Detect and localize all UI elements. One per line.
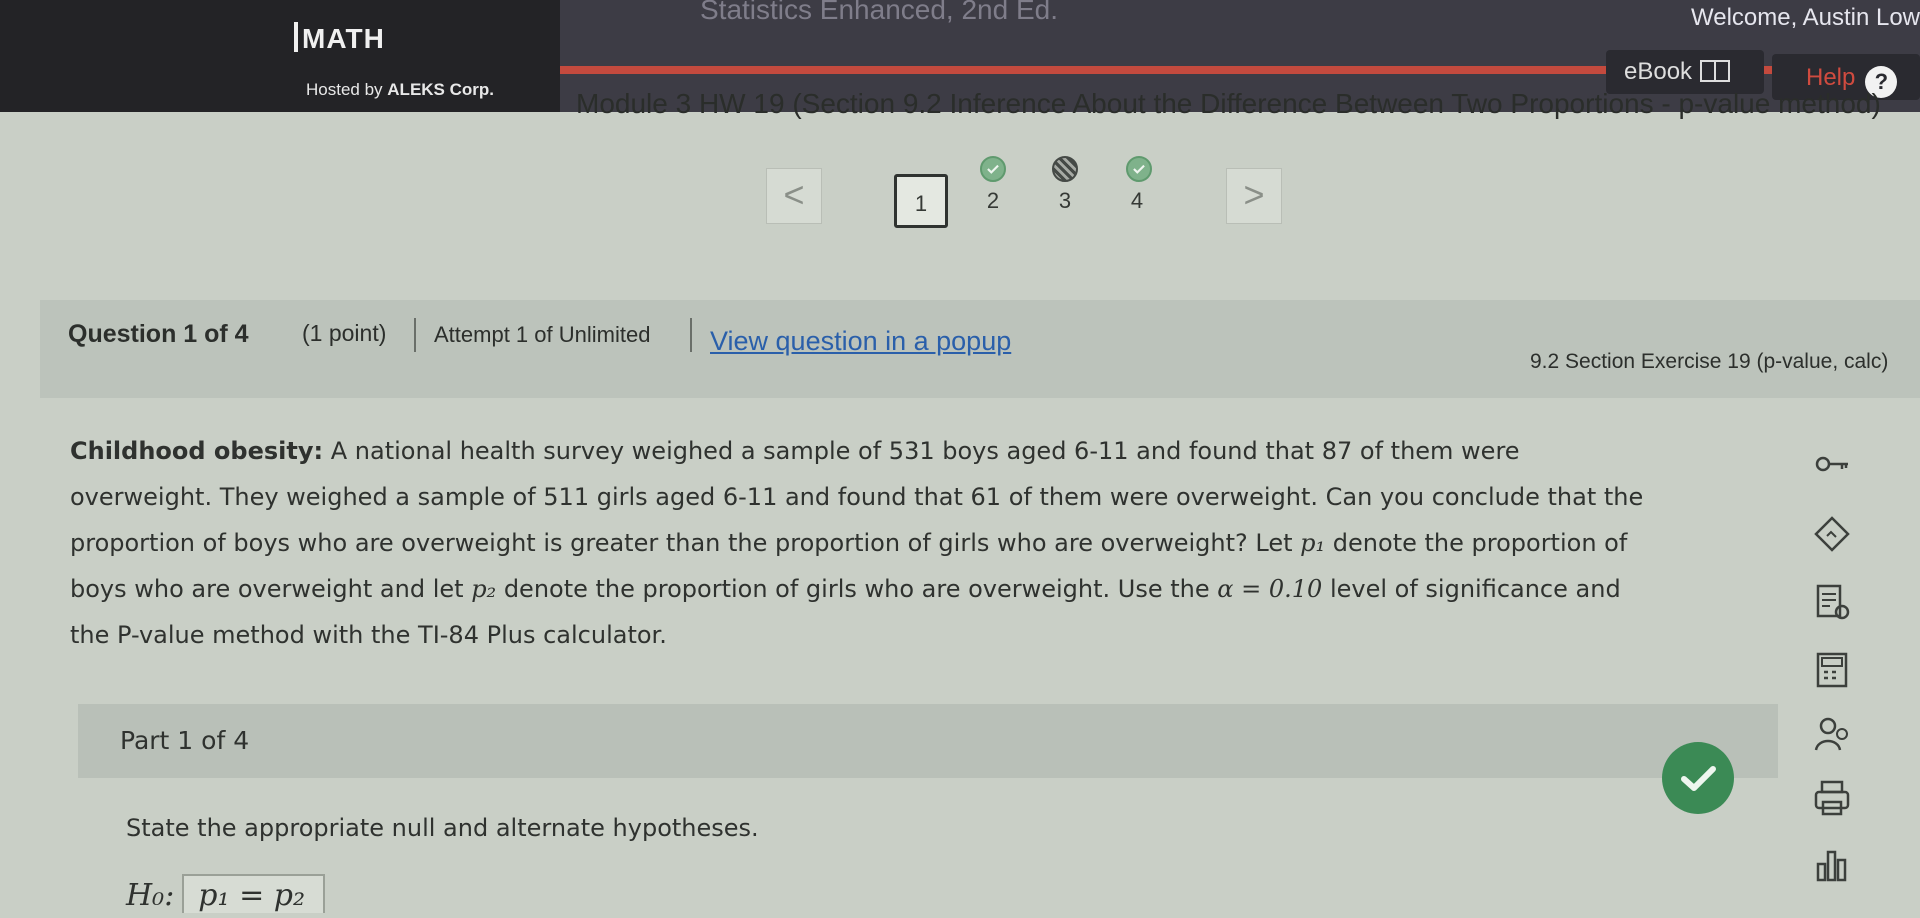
brand-logo: MATH: [294, 22, 385, 55]
h0-answer-field[interactable]: p₁ = p₂: [182, 874, 325, 913]
brand-text: MATH: [302, 23, 385, 54]
p2-symbol: p₂: [471, 575, 497, 603]
problem-statement: Childhood obesity: A national health sur…: [70, 428, 1810, 658]
welcome-text: Welcome, Austin Low: [1691, 4, 1920, 31]
print-icon[interactable]: [1810, 776, 1854, 820]
previous-question-button[interactable]: <: [766, 168, 822, 224]
calculator-icon[interactable]: [1810, 648, 1854, 692]
part-header: Part 1 of 4: [78, 704, 1778, 778]
problem-line-4: boys who are overweight and let p₂ denot…: [70, 566, 1810, 612]
problem-text: A national health survey weighed a sampl…: [330, 437, 1520, 465]
part-label: Part 1 of 4: [120, 726, 250, 755]
ebook-label: eBook: [1624, 58, 1693, 85]
question-nav-3[interactable]: 3: [1038, 174, 1092, 228]
key-icon[interactable]: [1810, 442, 1854, 486]
hosted-company: ALEKS Corp.: [387, 80, 495, 99]
next-question-button[interactable]: >: [1226, 168, 1282, 224]
problem-text: denote the proportion of girls who are o…: [503, 575, 1210, 603]
hint-icon[interactable]: [1810, 512, 1854, 556]
question-label: Question 1 of 4: [68, 320, 249, 348]
question-nav-1[interactable]: 1: [894, 174, 948, 228]
part-instruction: State the appropriate null and alternate…: [126, 814, 759, 842]
problem-text: boys who are overweight and let: [70, 575, 464, 603]
exercise-label: 9.2 Section Exercise 19 (p-value, calc): [1530, 350, 1889, 373]
h0-label: H₀:: [126, 878, 175, 913]
help-person-icon[interactable]: [1810, 712, 1854, 756]
course-title: Statistics Enhanced, 2nd Ed.: [700, 0, 1058, 25]
correct-check-icon: [1662, 742, 1734, 814]
problem-text: level of significance and: [1329, 575, 1621, 603]
question-points: (1 point): [302, 320, 387, 346]
problem-line-3: proportion of boys who are overweight is…: [70, 520, 1810, 566]
problem-text: denote the proportion of: [1332, 529, 1628, 557]
tutorial-icon[interactable]: [1810, 580, 1854, 624]
question-header-bar: Question 1 of 4 (1 point) Attempt 1 of U…: [40, 300, 1920, 398]
p1-symbol: p₁: [1300, 529, 1326, 557]
brand-panel: MATH Hosted by ALEKS Corp.: [0, 0, 560, 112]
problem-text: proportion of boys who are overweight is…: [70, 529, 1293, 557]
divider: [690, 318, 692, 352]
book-icon: [1700, 60, 1731, 82]
problem-title: Childhood obesity:: [70, 437, 324, 465]
question-nav-4[interactable]: 4: [1110, 174, 1164, 228]
problem-line-2: overweight. They weighed a sample of 511…: [70, 483, 1644, 511]
alpha-value: α = 0.10: [1217, 575, 1323, 603]
module-title: Module 3 HW 19 (Section 9.2 Inference Ab…: [576, 88, 1881, 119]
problem-line-5: the P-value method with the TI-84 Plus c…: [70, 621, 667, 649]
hosted-prefix: Hosted by: [306, 80, 383, 99]
attempt-count: Attempt 1 of Unlimited: [434, 322, 651, 347]
chart-icon[interactable]: [1810, 842, 1854, 886]
question-nav-2[interactable]: 2: [966, 174, 1020, 228]
problem-line-1: Childhood obesity: A national health sur…: [70, 428, 1810, 474]
help-label: Help: [1806, 64, 1856, 91]
view-popup-link[interactable]: View question in a popup: [710, 326, 1011, 357]
hosted-by: Hosted by ALEKS Corp.: [306, 80, 494, 100]
divider: [414, 318, 416, 352]
null-hypothesis-row: H₀: p₁ = p₂: [126, 874, 325, 913]
